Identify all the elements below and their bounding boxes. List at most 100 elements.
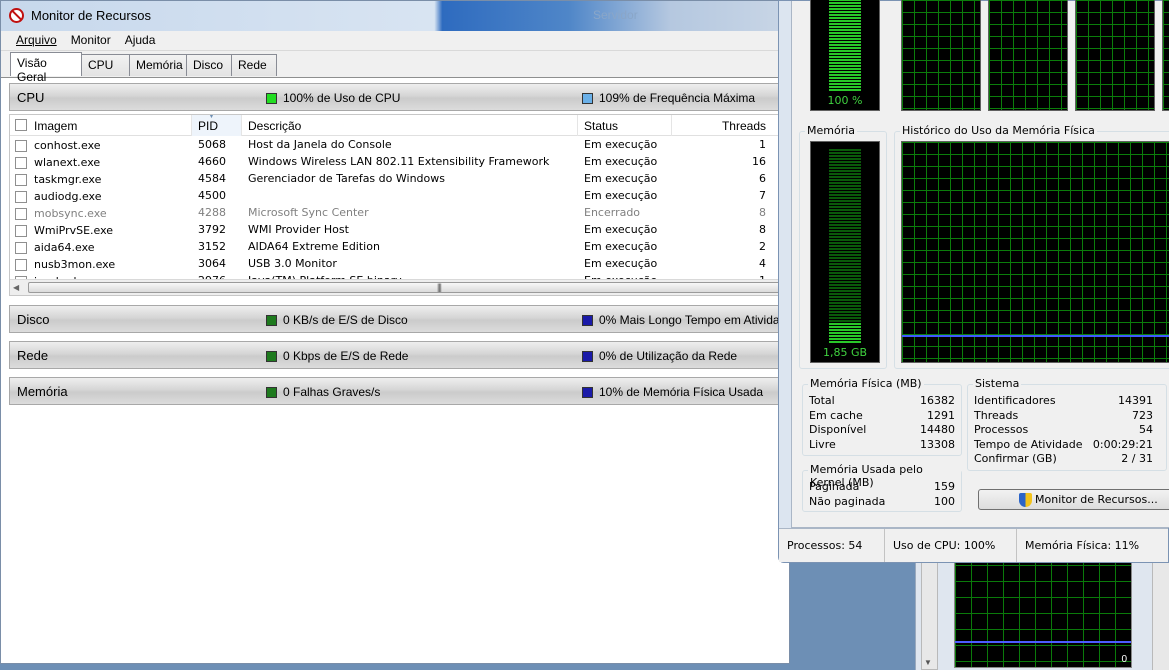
cell-threads: 4	[759, 257, 766, 270]
info-label: Threads	[974, 408, 1019, 422]
column-threads-label: Threads	[721, 119, 766, 133]
row-checkbox[interactable]	[15, 207, 27, 220]
memory-used-text: 10% de Memória Física Usada	[599, 385, 764, 399]
network-section-header[interactable]: Rede 0 Kbps de E/S de Rede 0% de Utiliza…	[9, 341, 791, 369]
row-checkbox[interactable]	[15, 173, 27, 186]
grip-icon: |||	[437, 282, 442, 292]
info-value: 2 / 31	[1121, 452, 1153, 465]
info-label: Paginada	[809, 480, 860, 493]
menu-bar: Arquivo Monitor Ajuda	[1, 31, 789, 51]
status-cpu: Uso de CPU: 100%	[885, 529, 1017, 562]
cell-pid: 4500	[198, 189, 226, 202]
cell-threads: 6	[759, 172, 766, 185]
memory-section-header[interactable]: Memória 0 Falhas Graves/s 10% de Memória…	[9, 377, 791, 405]
memory-meter-track	[829, 148, 861, 344]
cpu-meter-fill	[829, 0, 861, 92]
select-all-checkbox[interactable]	[15, 119, 27, 131]
info-value: 100	[934, 494, 955, 508]
process-table: Imagem ▼ PID Descrição Status Threads co…	[9, 114, 791, 296]
column-threads[interactable]: Threads	[672, 115, 772, 136]
tab-rede[interactable]: Rede	[231, 54, 277, 76]
table-row[interactable]: mobsync.exe 4288 Microsoft Sync Center Ence…	[10, 204, 790, 221]
cell-threads: 8	[759, 206, 766, 219]
info-label: Livre	[809, 437, 836, 451]
cell-threads: 2	[759, 240, 766, 253]
memory-history-line	[902, 335, 1169, 337]
row-checkbox[interactable]	[15, 224, 27, 237]
info-row: Processos 54	[974, 423, 1153, 438]
info-label: Confirmar (GB)	[974, 452, 1057, 465]
scrollbar-thumb[interactable]: |||	[28, 282, 790, 293]
info-label: Disponível	[809, 423, 867, 436]
table-row[interactable]: taskmgr.exe 4584 Gerenciador de Tarefas do…	[10, 170, 790, 187]
green-square-icon	[266, 314, 277, 326]
row-checkbox[interactable]	[15, 258, 27, 271]
column-pid[interactable]: ▼ PID	[192, 115, 242, 136]
tab-disco[interactable]: Disco	[186, 54, 232, 76]
disk-section-header[interactable]: Disco 0 KB/s de E/S de Disco 0% Mais Lon…	[9, 305, 793, 333]
status-memory: Memória Física: 11%	[1025, 539, 1140, 552]
table-header: Imagem ▼ PID Descrição Status Threads	[10, 115, 790, 136]
table-row[interactable]: WmiPrvSE.exe 3792 WMI Provider Host Em exec…	[10, 221, 790, 238]
system-title: Sistema	[973, 377, 1022, 390]
graph-line	[955, 641, 1131, 643]
horizontal-scrollbar[interactable]: ◀ |||	[10, 279, 790, 295]
column-imagem[interactable]: Imagem	[10, 115, 192, 136]
table-row[interactable]: nusb3mon.exe 3064 USB 3.0 Monitor Em execuç…	[10, 255, 790, 272]
cpu-section-header[interactable]: CPU 100% de Uso de CPU 109% de Frequênci…	[9, 83, 791, 111]
resource-monitor-icon	[9, 8, 24, 23]
disk-active-text: 0% Mais Longo Tempo em Atividade	[599, 313, 793, 327]
info-row: Disponível 14480	[809, 423, 955, 438]
image-name: mobsync.exe	[34, 207, 107, 220]
background-graph: 0	[954, 548, 1132, 668]
cell-image: WmiPrvSE.exe	[10, 221, 192, 238]
scroll-down-icon[interactable]: ▼	[924, 658, 932, 667]
info-row: Em cache 1291	[809, 409, 955, 424]
tab-visao-geral[interactable]: Visão Geral	[10, 52, 82, 84]
cpu-usage-meter: 100 %	[810, 0, 880, 111]
title-bar[interactable]: Monitor de Recursos Servidor	[1, 1, 789, 31]
graph-zero-label: 0	[1121, 654, 1127, 665]
cpu-history-graph-4	[1162, 0, 1169, 111]
menu-ajuda[interactable]: Ajuda	[118, 31, 163, 50]
cell-image: wlanext.exe	[10, 153, 192, 170]
info-value: 16382	[920, 394, 955, 407]
cell-image: conhost.exe	[10, 136, 192, 153]
cell-image: nusb3mon.exe	[10, 255, 192, 272]
cell-status: Em execução	[584, 257, 658, 270]
column-status[interactable]: Status	[578, 115, 672, 136]
table-row[interactable]: wlanext.exe 4660 Windows Wireless LAN 802.…	[10, 153, 790, 170]
cell-threads: 16	[752, 155, 766, 168]
row-checkbox[interactable]	[15, 241, 27, 254]
row-checkbox[interactable]	[15, 190, 27, 203]
cell-pid: 3064	[198, 257, 226, 270]
info-value: 13308	[920, 437, 955, 451]
row-checkbox[interactable]	[15, 156, 27, 169]
menu-arquivo[interactable]: Arquivo	[9, 31, 64, 50]
row-checkbox[interactable]	[15, 139, 27, 152]
info-row: Total 16382	[809, 394, 955, 409]
resource-monitor-button-label: Monitor de Recursos...	[1035, 493, 1158, 506]
info-row: Identificadores 14391	[974, 394, 1153, 409]
info-label: Identificadores	[974, 394, 1056, 407]
resource-monitor-button[interactable]: Monitor de Recursos...	[978, 489, 1169, 510]
column-descricao[interactable]: Descrição	[242, 115, 578, 136]
column-status-label: Status	[584, 119, 619, 133]
cpu-meter-value: 100 %	[827, 94, 863, 107]
performance-panel: 100 % Memória 1,85 GB Histórico do Uso d…	[791, 0, 1169, 528]
tab-memoria[interactable]: Memória	[129, 54, 187, 76]
info-value: 14391	[1118, 394, 1153, 407]
table-row[interactable]: audiodg.exe 4500 Em execução 7	[10, 187, 790, 204]
info-value: 723	[1132, 408, 1153, 422]
tab-cpu[interactable]: CPU	[81, 54, 130, 76]
column-pid-label: PID	[198, 119, 219, 133]
info-value: 54	[1139, 423, 1153, 436]
disk-active-indicator: 0% Mais Longo Tempo em Atividade	[582, 313, 793, 327]
network-utilization-indicator: 0% de Utilização da Rede	[582, 349, 737, 363]
scroll-left-icon[interactable]: ◀	[13, 283, 19, 292]
resource-monitor-window: Monitor de Recursos Servidor Arquivo Mon…	[0, 0, 793, 664]
table-row[interactable]: aida64.exe 3152 AIDA64 Extreme Edition Em e…	[10, 238, 790, 255]
cell-status: Em execução	[584, 172, 658, 185]
menu-monitor[interactable]: Monitor	[64, 31, 118, 50]
table-row[interactable]: conhost.exe 5068 Host da Janela do Console…	[10, 136, 790, 153]
